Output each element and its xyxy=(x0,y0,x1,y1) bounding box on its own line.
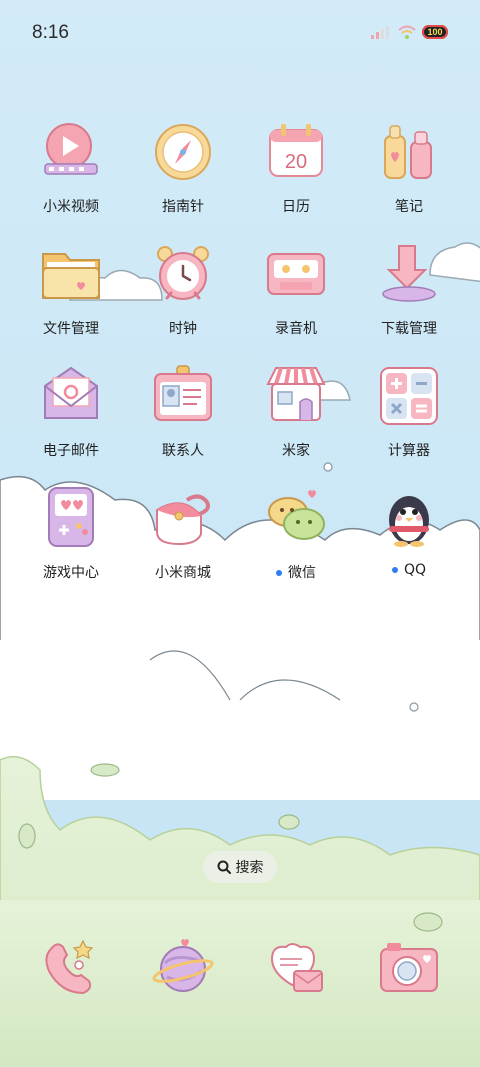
app-recorder[interactable]: 录音机 xyxy=(241,242,351,352)
compass-icon xyxy=(155,124,211,180)
search-button[interactable]: 搜索 xyxy=(203,851,277,883)
app-label: 小米视频 xyxy=(43,199,99,215)
camera-icon xyxy=(380,943,438,992)
app-download-manager[interactable]: 下载管理 xyxy=(354,242,464,352)
envelope-icon xyxy=(44,366,98,419)
app-label: 计算器 xyxy=(388,443,430,459)
app-label: 下载管理 xyxy=(381,321,437,337)
search-label: 搜索 xyxy=(235,860,264,876)
status-bar: 8:16 100 xyxy=(0,0,480,70)
app-label: 指南针 xyxy=(162,199,204,215)
app-wechat[interactable]: 微信 xyxy=(241,486,351,596)
app-label: 文件管理 xyxy=(43,321,99,337)
dock-camera[interactable] xyxy=(354,935,464,1005)
wifi-icon xyxy=(398,25,416,39)
phone-icon xyxy=(45,939,94,995)
app-game-center[interactable]: 游戏中心 xyxy=(16,486,126,596)
app-label: 游戏中心 xyxy=(43,565,99,581)
calendar-day: 20 xyxy=(285,151,307,173)
notes-icon xyxy=(384,125,432,179)
search-icon xyxy=(217,860,231,874)
dock xyxy=(0,935,480,1005)
app-label: 联系人 xyxy=(162,443,204,459)
penguin-icon xyxy=(389,496,429,547)
dock-browser[interactable] xyxy=(128,935,238,1005)
app-qq[interactable]: QQ xyxy=(354,486,464,596)
wechat-icon xyxy=(268,490,325,540)
game-console-icon xyxy=(48,487,94,547)
house-icon xyxy=(266,367,326,421)
dock-phone[interactable] xyxy=(16,935,126,1005)
new-indicator-dot xyxy=(276,570,282,576)
app-label: 笔记 xyxy=(395,199,423,215)
app-email[interactable]: 电子邮件 xyxy=(16,364,126,474)
app-compass[interactable]: 指南针 xyxy=(128,120,238,230)
app-label: 米家 xyxy=(282,443,310,459)
calculator-icon xyxy=(380,367,438,425)
battery-indicator: 100 xyxy=(422,25,448,39)
id-card-icon xyxy=(154,365,212,421)
video-icon xyxy=(44,123,98,175)
app-clock[interactable]: 时钟 xyxy=(128,242,238,352)
cassette-icon xyxy=(267,253,325,295)
app-label: 电子邮件 xyxy=(43,443,99,459)
alarm-clock-icon xyxy=(157,246,209,300)
calendar-icon: 20 xyxy=(269,124,323,177)
app-label: 微信 xyxy=(276,562,316,582)
app-label: 录音机 xyxy=(275,321,317,337)
app-xiaomi-video[interactable]: 小米视频 xyxy=(16,120,126,230)
app-calendar[interactable]: 20 日历 xyxy=(241,120,351,230)
app-label-text: 微信 xyxy=(288,565,316,581)
app-label-text: QQ xyxy=(403,562,427,578)
signal-icon xyxy=(371,26,389,39)
app-label: 日历 xyxy=(282,199,310,215)
app-calculator[interactable]: 计算器 xyxy=(354,364,464,474)
new-indicator-dot xyxy=(391,567,398,573)
app-file-manager[interactable]: 文件管理 xyxy=(16,242,126,352)
app-notes[interactable]: 笔记 xyxy=(354,120,464,230)
app-mi-home[interactable]: 米家 xyxy=(241,364,351,474)
app-contacts[interactable]: 联系人 xyxy=(128,364,238,474)
download-icon xyxy=(382,245,436,302)
shopping-bag-icon xyxy=(156,494,210,546)
status-time: 8:16 xyxy=(32,22,69,43)
app-label: 小米商城 xyxy=(155,565,211,581)
dock-messages[interactable] xyxy=(241,935,351,1005)
planet-browser-icon xyxy=(152,939,214,992)
status-icons: 100 xyxy=(370,24,448,40)
app-label: QQ xyxy=(391,562,427,578)
app-mi-store[interactable]: 小米商城 xyxy=(128,486,238,596)
folder-icon xyxy=(42,253,100,299)
heart-message-icon xyxy=(270,943,323,992)
app-label: 时钟 xyxy=(169,321,197,337)
